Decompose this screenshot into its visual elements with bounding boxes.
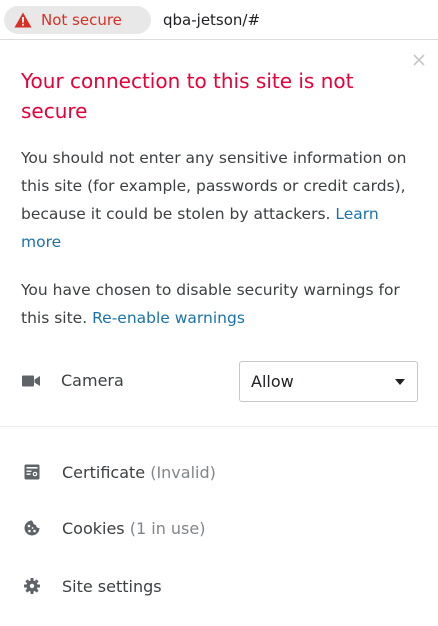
chevron-down-icon bbox=[395, 379, 405, 385]
camera-permission-select[interactable]: Allow bbox=[239, 361, 418, 402]
gear-icon bbox=[24, 578, 40, 594]
cookies-label: Cookies (1 in use) bbox=[62, 519, 205, 538]
certificate-icon bbox=[24, 464, 40, 480]
divider bbox=[0, 426, 438, 427]
site-info-panel: Your connection to this site is not secu… bbox=[0, 40, 438, 626]
camera-icon bbox=[22, 375, 40, 387]
cookies-item[interactable]: Cookies (1 in use) bbox=[0, 506, 438, 550]
disabled-warnings-paragraph: You have chosen to disable security warn… bbox=[21, 276, 421, 332]
camera-permission-value: Allow bbox=[251, 372, 294, 391]
certificate-text: Certificate bbox=[62, 462, 146, 482]
camera-permission-row: Camera Allow bbox=[21, 361, 419, 403]
page-title: Your connection to this site is not secu… bbox=[21, 69, 354, 123]
url-text[interactable]: qba-jetson/# bbox=[163, 11, 260, 29]
camera-label: Camera bbox=[61, 371, 124, 390]
cookies-text: Cookies bbox=[62, 518, 125, 538]
cookie-icon bbox=[24, 520, 40, 536]
certificate-status: (Invalid) bbox=[150, 462, 216, 482]
site-settings-item[interactable]: Site settings bbox=[0, 564, 438, 608]
url-bar: Not secure qba-jetson/# bbox=[0, 0, 438, 40]
warning-paragraph: You should not enter any sensitive infor… bbox=[21, 144, 421, 256]
close-button[interactable] bbox=[410, 51, 428, 69]
cookies-status: (1 in use) bbox=[129, 518, 206, 538]
close-icon bbox=[413, 54, 425, 66]
security-chip[interactable]: Not secure bbox=[4, 6, 151, 34]
security-label: Not secure bbox=[41, 11, 122, 29]
certificate-item[interactable]: Certificate (Invalid) bbox=[0, 450, 438, 494]
certificate-label: Certificate (Invalid) bbox=[62, 463, 216, 482]
site-settings-label: Site settings bbox=[62, 576, 162, 596]
reenable-warnings-link[interactable]: Re-enable warnings bbox=[92, 309, 245, 327]
warning-icon bbox=[14, 12, 32, 28]
